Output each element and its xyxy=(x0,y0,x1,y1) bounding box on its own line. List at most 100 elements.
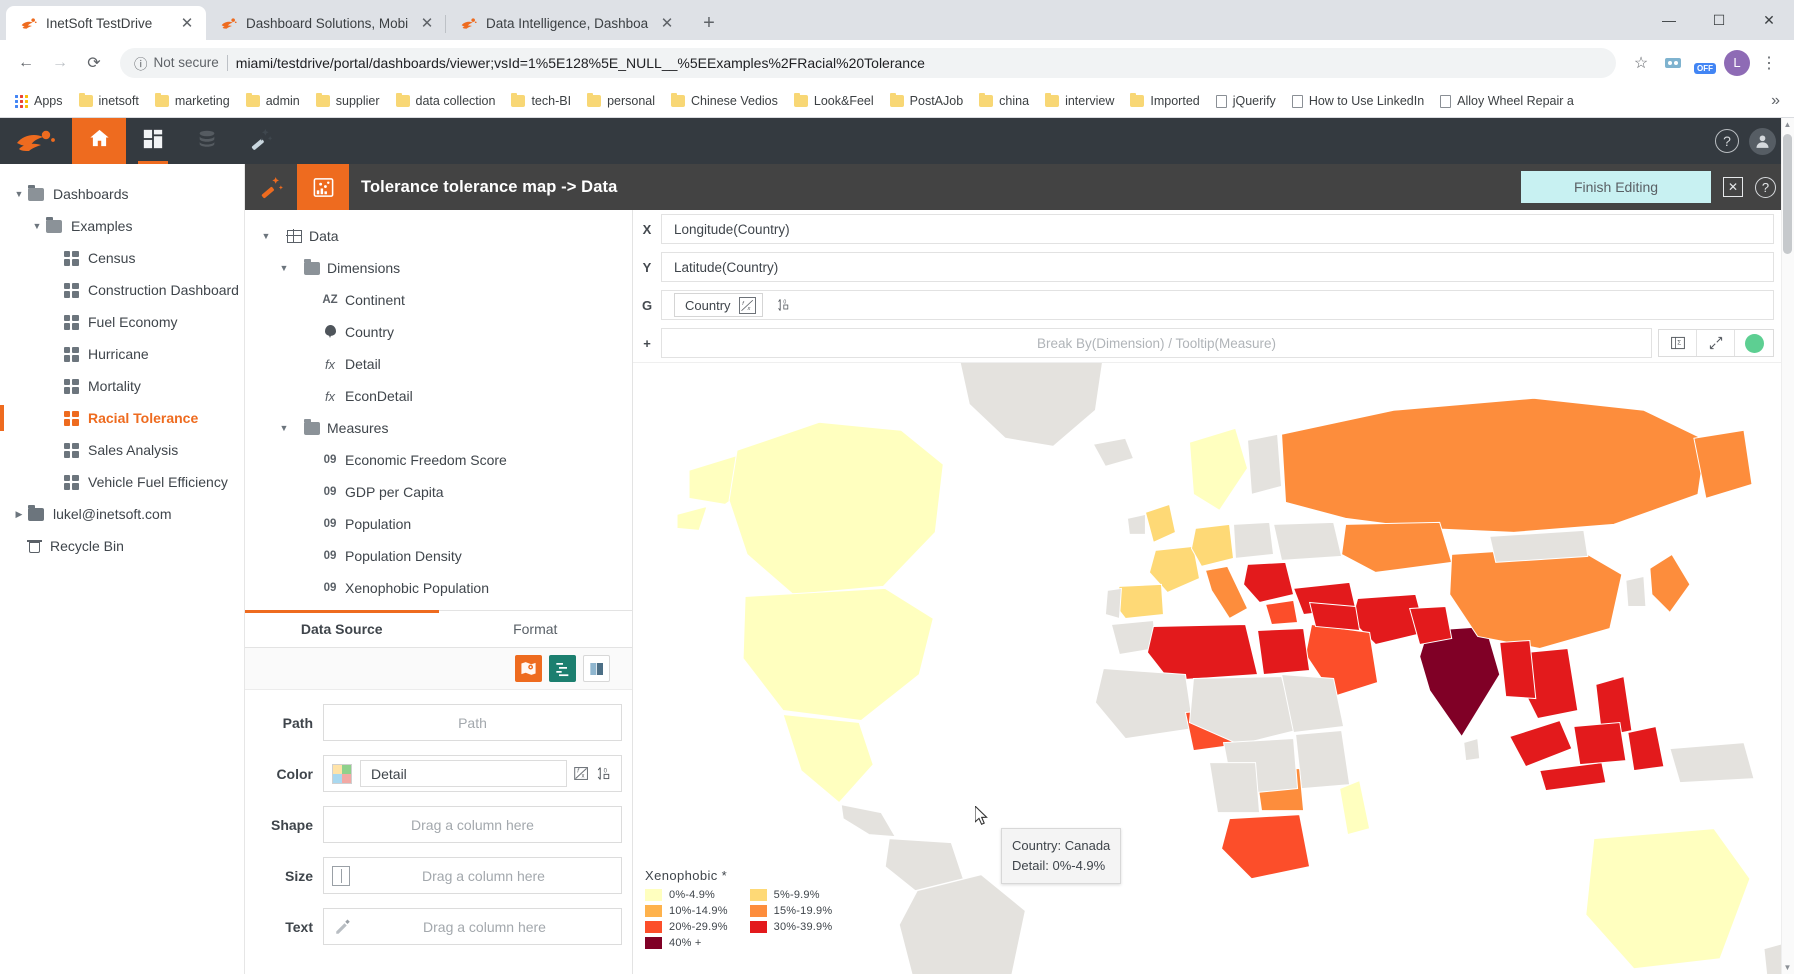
address-bar[interactable]: ⓘ Not secure miami/testdrive/portal/dash… xyxy=(120,47,1616,78)
app-help-icon[interactable]: ? xyxy=(1715,129,1739,153)
bookmark-alloy-wheel-repair-a[interactable]: Alloy Wheel Repair a xyxy=(1433,91,1581,111)
aesthetic-dropzone-shape[interactable]: Drag a column here xyxy=(323,806,622,843)
new-tab-button[interactable]: + xyxy=(694,8,724,38)
tab-close-icon[interactable]: ✕ xyxy=(418,14,436,32)
map-region-icon[interactable] xyxy=(515,655,542,682)
status-dot-icon[interactable] xyxy=(1735,330,1773,356)
profile-avatar[interactable]: L xyxy=(1722,48,1752,78)
data-tree-item-measures[interactable]: ▼ Measures xyxy=(245,412,632,444)
data-tree-item-data[interactable]: ▼ Data xyxy=(245,220,632,252)
sidebar-item-racial-tolerance[interactable]: Racial Tolerance xyxy=(0,402,244,434)
data-tree-item-detail[interactable]: fx Detail xyxy=(245,348,632,380)
bookmark-marketing[interactable]: marketing xyxy=(148,91,237,111)
data-tree-item-country[interactable]: Country xyxy=(245,316,632,348)
browser-menu-icon[interactable]: ⋮ xyxy=(1754,48,1784,78)
collapse-arrows-icon[interactable] xyxy=(1697,330,1735,356)
bookmark-inetsoft[interactable]: inetsoft xyxy=(72,91,146,111)
scroll-down-arrow[interactable]: ▼ xyxy=(1783,963,1792,972)
binding-field-plus[interactable]: Break By(Dimension) / Tooltip(Measure) xyxy=(661,328,1652,358)
nav-data-button[interactable] xyxy=(180,118,234,164)
page-scrollbar[interactable]: ▲ ▼ xyxy=(1781,118,1794,974)
aesthetic-dropzone-text[interactable]: Drag a column here xyxy=(323,908,622,945)
tab-close-icon[interactable]: ✕ xyxy=(178,14,196,32)
bookmark-chinese-vedios[interactable]: Chinese Vedios xyxy=(664,91,785,111)
aesthetic-value-color[interactable]: Detail xyxy=(360,760,567,787)
tree-caret-icon[interactable]: ▼ xyxy=(271,263,297,273)
legend-item-1[interactable]: 5%-9.9% xyxy=(749,889,833,901)
sidebar-item-vehicle-fuel-efficiency[interactable]: Vehicle Fuel Efficiency xyxy=(0,466,244,498)
sort-icon[interactable]: 0 xyxy=(777,297,793,313)
size-scale-icon[interactable] xyxy=(332,865,350,886)
data-tree-item-dimensions[interactable]: ▼ Dimensions xyxy=(245,252,632,284)
binding-field-g[interactable]: Country f x 0 xyxy=(661,290,1774,320)
aesthetic-dropzone-color[interactable]: Detail f x 0 xyxy=(323,755,622,792)
aesthetic-dropzone-size[interactable]: Drag a column here xyxy=(323,857,622,894)
sort-icon[interactable]: 0 xyxy=(594,764,614,784)
binding-field-y[interactable]: Latitude(Country) xyxy=(661,252,1774,282)
back-button[interactable]: ← xyxy=(10,47,42,79)
sidebar-item-census[interactable]: Census xyxy=(0,242,244,274)
sidebar-item-fuel-economy[interactable]: Fuel Economy xyxy=(0,306,244,338)
editor-help-icon[interactable]: ? xyxy=(1755,176,1776,198)
binding-chip-country[interactable]: Country f x xyxy=(674,293,763,317)
legend-item-3[interactable]: 15%-19.9% xyxy=(749,905,833,917)
legend-item-4[interactable]: 20%-29.9% xyxy=(645,921,728,933)
tree-caret-icon[interactable]: ▶ xyxy=(10,509,28,520)
tree-caret-icon[interactable]: ▼ xyxy=(10,189,28,199)
scroll-up-arrow[interactable]: ▲ xyxy=(1783,120,1792,129)
data-tree-item-population[interactable]: 09 Population xyxy=(245,508,632,540)
inetsoft-logo-icon[interactable] xyxy=(0,118,72,164)
bookmark-interview[interactable]: interview xyxy=(1038,91,1121,111)
close-editor-icon[interactable]: ✕ xyxy=(1723,177,1743,197)
tree-caret-icon[interactable]: ▼ xyxy=(253,231,279,241)
extension-icon[interactable] xyxy=(1658,48,1688,78)
finish-editing-button[interactable]: Finish Editing xyxy=(1521,171,1711,203)
sidebar-item-examples[interactable]: ▼ Examples xyxy=(0,210,244,242)
window-close-button[interactable]: ✕ xyxy=(1744,0,1794,40)
tree-caret-icon[interactable]: ▼ xyxy=(28,221,46,231)
data-tree-item-xenophobic-population[interactable]: 09 Xenophobic Population xyxy=(245,572,632,604)
tree-hierarchy-icon[interactable] xyxy=(549,655,576,682)
tab-data-source[interactable]: Data Source xyxy=(245,610,439,647)
data-tree-item-continent[interactable]: AZ Continent xyxy=(245,284,632,316)
data-tree-item-econdetail[interactable]: fx EconDetail xyxy=(245,380,632,412)
bookmark-admin[interactable]: admin xyxy=(239,91,307,111)
bookmark-personal[interactable]: personal xyxy=(580,91,662,111)
reload-button[interactable]: ⟳ xyxy=(78,47,110,79)
bookmark-jquerify[interactable]: jQuerify xyxy=(1209,91,1283,111)
pencil-icon[interactable] xyxy=(334,918,352,936)
nav-dashboards-button[interactable] xyxy=(126,118,180,164)
bookmarks-overflow-button[interactable]: » xyxy=(1765,92,1786,110)
browser-tab-2[interactable]: Data Intelligence, Dashboard BI - ✕ xyxy=(446,6,686,40)
nav-visualize-button[interactable] xyxy=(234,118,288,164)
bookmark-imported[interactable]: Imported xyxy=(1123,91,1206,111)
sidebar-item-mortality[interactable]: Mortality xyxy=(0,370,244,402)
window-maximize-button[interactable]: ☐ xyxy=(1694,0,1744,40)
bookmark-supplier[interactable]: supplier xyxy=(309,91,387,111)
sidebar-item-dashboards[interactable]: ▼ Dashboards xyxy=(0,178,244,210)
sidebar-item-construction-dashboard[interactable]: Construction Dashboard xyxy=(0,274,244,306)
legend-item-6[interactable]: 40% + xyxy=(645,937,728,949)
app-user-avatar[interactable] xyxy=(1749,127,1776,155)
legend-item-0[interactable]: 0%-4.9% xyxy=(645,889,728,901)
binding-field-x[interactable]: Longitude(Country) xyxy=(661,214,1774,244)
browser-tab-0[interactable]: InetSoft TestDrive ✕ xyxy=(6,6,206,40)
sidebar-item-sales-analysis[interactable]: Sales Analysis xyxy=(0,434,244,466)
bookmark-china[interactable]: china xyxy=(972,91,1036,111)
color-palette-icon[interactable] xyxy=(332,763,352,784)
vpn-off-badge-icon[interactable]: OFF xyxy=(1690,48,1720,78)
data-tree-item-economic-freedom-score[interactable]: 09 Economic Freedom Score xyxy=(245,444,632,476)
sidebar-item-recycle-bin[interactable]: Recycle Bin xyxy=(0,530,244,562)
bookmark-look-feel[interactable]: Look&Feel xyxy=(787,91,881,111)
legend-item-2[interactable]: 10%-14.9% xyxy=(645,905,728,917)
sidebar-item-hurricane[interactable]: Hurricane xyxy=(0,338,244,370)
forward-button[interactable]: → xyxy=(44,47,76,79)
edit-dimension-icon[interactable]: fx xyxy=(738,296,756,314)
nav-home-button[interactable] xyxy=(72,118,126,164)
bookmark-data-collection[interactable]: data collection xyxy=(389,91,503,111)
legend-item-5[interactable]: 30%-39.9% xyxy=(749,921,833,933)
bookmark-tech-bi[interactable]: tech-BI xyxy=(504,91,578,111)
browser-tab-1[interactable]: Dashboard Solutions, Mobile BI S ✕ xyxy=(206,6,446,40)
window-minimize-button[interactable]: — xyxy=(1644,0,1694,40)
tab-format[interactable]: Format xyxy=(439,611,633,647)
